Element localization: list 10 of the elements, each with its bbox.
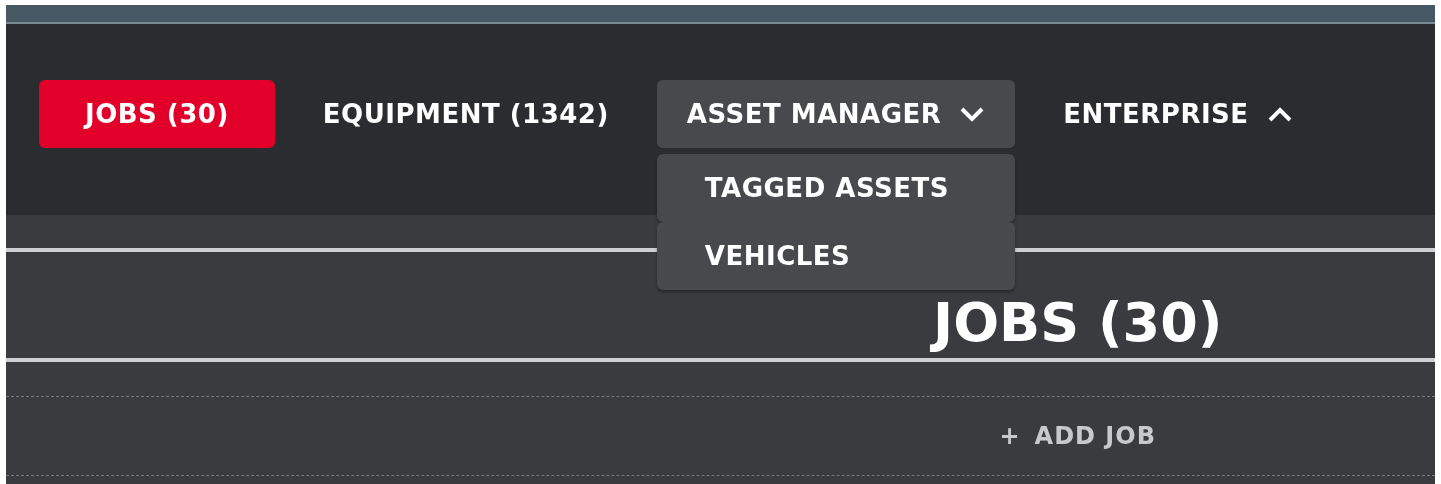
add-job-button[interactable]: + ADD JOB [993, 421, 1162, 451]
nav-tab[interactable]: JOBS (30) [39, 80, 275, 148]
menu-item[interactable]: VEHICLES [656, 222, 1016, 290]
chevron-up-icon [1266, 106, 1293, 122]
plus-icon: + [999, 422, 1021, 450]
nav-tab[interactable]: EQUIPMENT (1342) [292, 80, 639, 148]
menu-item[interactable]: TAGGED ASSETS [656, 154, 1016, 222]
dropdown-tab[interactable]: ENTERPRISE [1033, 80, 1323, 148]
dropdown-tab[interactable]: ASSET MANAGER [656, 80, 1016, 148]
chevron-down-icon [959, 106, 986, 122]
